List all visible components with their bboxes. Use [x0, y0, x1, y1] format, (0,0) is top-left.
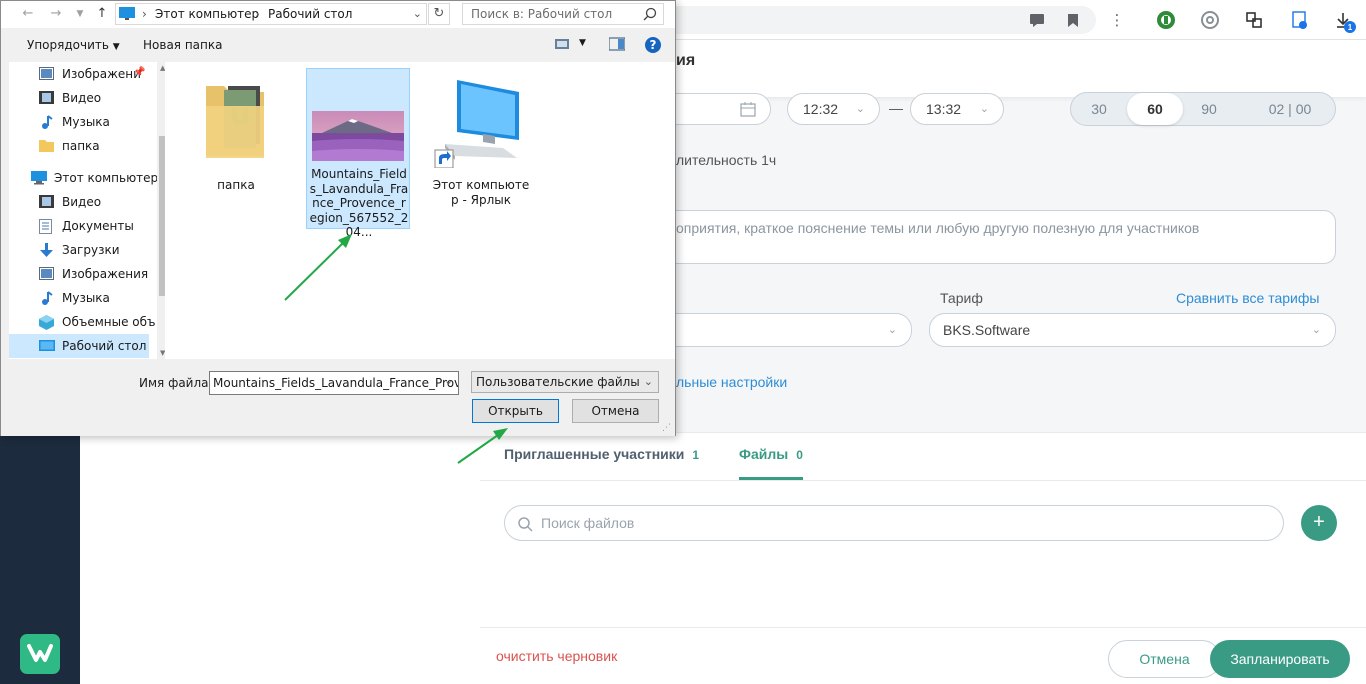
annotation-overlay — [284, 234, 508, 464]
annotation-arrow — [284, 234, 352, 301]
annotation-arrow — [457, 428, 508, 464]
